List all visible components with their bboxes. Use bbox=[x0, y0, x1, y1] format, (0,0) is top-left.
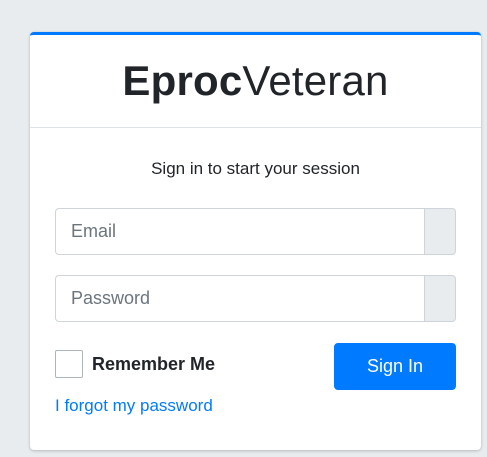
card-body: Sign in to start your session Remember M… bbox=[30, 128, 481, 450]
remember-me-checkbox[interactable] bbox=[55, 350, 83, 378]
forgot-password-link[interactable]: I forgot my password bbox=[55, 396, 213, 416]
brand-logo[interactable]: EprocVeteran bbox=[122, 60, 388, 102]
brand-light-text: Veteran bbox=[242, 57, 389, 104]
password-field[interactable] bbox=[55, 275, 424, 322]
password-addon bbox=[424, 275, 456, 322]
login-card: EprocVeteran Sign in to start your sessi… bbox=[30, 32, 481, 450]
brand-bold-text: Eproc bbox=[122, 57, 243, 104]
remember-me-label[interactable]: Remember Me bbox=[92, 354, 215, 375]
email-field[interactable] bbox=[55, 208, 424, 255]
login-page: EprocVeteran Sign in to start your sessi… bbox=[0, 0, 487, 457]
sign-in-button[interactable]: Sign In bbox=[334, 343, 456, 390]
password-input-group bbox=[55, 275, 456, 322]
email-addon bbox=[424, 208, 456, 255]
email-input-group bbox=[55, 208, 456, 255]
remember-me: Remember Me bbox=[55, 350, 215, 378]
login-box-message: Sign in to start your session bbox=[151, 159, 360, 178]
card-header: EprocVeteran bbox=[30, 35, 481, 128]
